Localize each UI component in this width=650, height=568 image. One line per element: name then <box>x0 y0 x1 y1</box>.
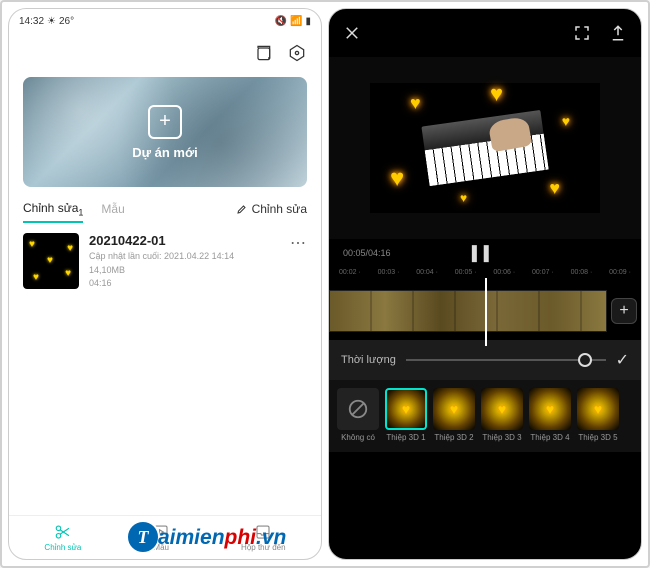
editor-toolbar <box>329 9 641 57</box>
piano-graphic <box>421 110 548 186</box>
edit-button[interactable]: Chỉnh sửa <box>236 202 307 216</box>
status-bar: 14:32 ☀ 26° 🔇 📶 ▮ <box>9 9 321 33</box>
new-project-banner[interactable]: + Dự án mới <box>23 77 307 187</box>
heart-icon: ♥ <box>490 81 503 107</box>
video-preview[interactable]: ♥ ♥ ♥ ♥ ♥ ♥ <box>329 57 641 239</box>
slider-knob[interactable] <box>578 353 592 367</box>
tab-edit[interactable]: Chỉnh sửa1 <box>23 201 83 217</box>
close-icon[interactable] <box>343 24 361 42</box>
weather-icon: ☀ <box>47 16 56 27</box>
project-thumbnail: ♥ ♥ ♥ ♥ ♥ <box>23 233 79 289</box>
mute-icon: 🔇 <box>275 16 287 27</box>
video-track[interactable] <box>329 290 607 332</box>
heart-icon: ♥ <box>410 93 421 114</box>
project-item[interactable]: ♥ ♥ ♥ ♥ ♥ 20210422-01 Cập nhật lần cuối:… <box>9 223 321 301</box>
wifi-icon: 📶 <box>290 16 302 27</box>
heart-icon: ♥ <box>549 178 560 199</box>
temp: 26° <box>59 16 74 27</box>
new-project-label: Dự án mới <box>132 145 198 160</box>
none-icon <box>347 398 369 420</box>
settings-icon[interactable] <box>287 43 307 63</box>
editor-phone: ♥ ♥ ♥ ♥ ♥ ♥ 00:05/04:16 ▌▌ 00:0200:0300:… <box>328 8 642 560</box>
duration-panel: Thời lượng ✓ <box>329 340 641 380</box>
home-tabs: Chỉnh sửa1 Mẫu Chỉnh sửa <box>9 191 321 223</box>
effects-row[interactable]: Không có Thiệp 3D 1 Thiệp 3D 2 Thiệp 3D … <box>329 380 641 452</box>
heart-icon: ♥ <box>460 191 467 205</box>
projects-icon[interactable] <box>253 43 273 63</box>
effect-3d-2[interactable]: Thiệp 3D 2 <box>433 388 475 442</box>
plus-icon: + <box>148 105 182 139</box>
timeline-ruler: 00:0200:0300:0400:0500:0600:0700:0800:09 <box>329 267 641 278</box>
playhead[interactable] <box>485 278 487 346</box>
nav-cut[interactable]: Chỉnh sửa <box>44 523 81 552</box>
watermark: T aimienphi.vn <box>126 520 286 554</box>
pencil-icon <box>236 203 248 215</box>
pause-button[interactable]: ▌▌ <box>472 245 496 261</box>
time-bar: 00:05/04:16 ▌▌ <box>329 239 641 267</box>
home-toolbar <box>9 33 321 73</box>
effect-3d-3[interactable]: Thiệp 3D 3 <box>481 388 523 442</box>
scissors-icon <box>54 523 72 541</box>
fullscreen-icon[interactable] <box>573 24 591 42</box>
effect-3d-5[interactable]: Thiệp 3D 5 <box>577 388 619 442</box>
clock: 14:32 <box>19 16 44 27</box>
home-phone: 14:32 ☀ 26° 🔇 📶 ▮ + Dự án mới Chỉnh sửa1… <box>8 8 322 560</box>
add-clip-button[interactable]: + <box>611 298 637 324</box>
project-info: 20210422-01 Cập nhật lần cuối: 2021.04.2… <box>89 233 280 291</box>
watermark-logo: T <box>126 520 160 554</box>
more-icon[interactable]: ⋯ <box>290 233 307 253</box>
heart-icon: ♥ <box>562 113 570 129</box>
tab-template[interactable]: Mẫu <box>101 202 124 216</box>
project-title: 20210422-01 <box>89 233 280 248</box>
time-position: 00:05/04:16 <box>343 248 391 258</box>
project-duration: 04:16 <box>89 277 280 291</box>
signal-icon: ▮ <box>305 16 311 27</box>
effect-3d-1[interactable]: Thiệp 3D 1 <box>385 388 427 442</box>
effect-3d-4[interactable]: Thiệp 3D 4 <box>529 388 571 442</box>
effect-none[interactable]: Không có <box>337 388 379 442</box>
timeline[interactable]: + <box>329 284 641 340</box>
confirm-button[interactable]: ✓ <box>616 350 629 370</box>
duration-slider[interactable] <box>406 359 606 361</box>
duration-label: Thời lượng <box>341 354 396 366</box>
heart-icon: ♥ <box>390 165 404 193</box>
export-icon[interactable] <box>609 24 627 42</box>
project-updated: Cập nhật lần cuối: 2021.04.22 14:14 <box>89 250 280 264</box>
project-size: 14,10MB <box>89 264 280 278</box>
